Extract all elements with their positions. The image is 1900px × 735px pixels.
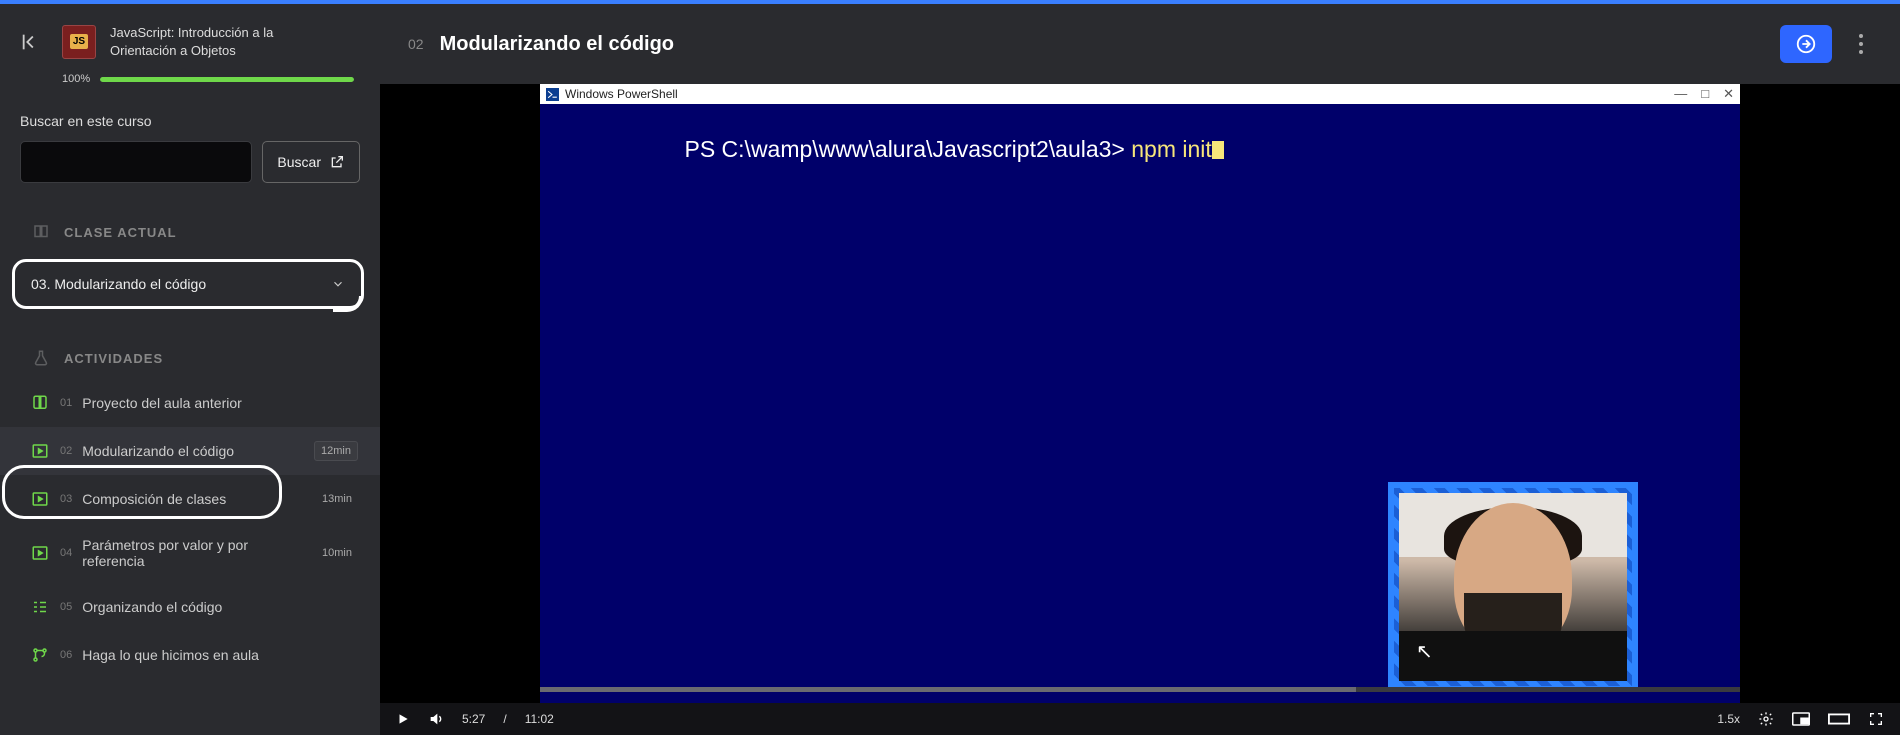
volume-icon — [428, 711, 444, 727]
video-icon — [30, 543, 50, 563]
activity-number: 02 — [60, 445, 72, 457]
video-frame[interactable]: Windows PowerShell — □ ✕ PS C:\wamp\www\… — [540, 84, 1740, 724]
maximize-icon: □ — [1701, 86, 1709, 102]
back-button[interactable] — [14, 25, 48, 59]
activity-label: Parámetros por valor y por referencia — [82, 537, 262, 569]
total-time: 11:02 — [525, 712, 554, 726]
settings-button[interactable] — [1758, 711, 1774, 727]
activity-item[interactable]: 05 Organizando el código — [0, 583, 380, 631]
activity-item[interactable]: 02 Modularizando el código 12min — [0, 427, 380, 475]
activity-label: Haga lo que hicimos en aula — [82, 647, 259, 663]
activity-number: 01 — [60, 397, 72, 409]
theater-button[interactable] — [1828, 713, 1850, 725]
activity-label: Organizando el código — [82, 599, 222, 615]
activity-item[interactable]: 01 Proyecto del aula anterior — [0, 379, 380, 427]
activities-list: 01 Proyecto del aula anterior 02 Modulariza… — [0, 379, 380, 679]
search-label: Buscar en este curso — [20, 113, 360, 129]
activity-number: 05 — [60, 601, 72, 613]
activity-label: Proyecto del aula anterior — [82, 395, 242, 411]
current-class-selector[interactable]: 03. Modularizando el código — [12, 259, 364, 309]
volume-button[interactable] — [428, 711, 444, 727]
minimize-icon: — — [1674, 86, 1687, 102]
activity-number: 03 — [60, 493, 72, 505]
more-menu-button[interactable] — [1850, 29, 1872, 59]
gear-icon — [1758, 711, 1774, 727]
powershell-titlebar: Windows PowerShell — □ ✕ — [540, 84, 1740, 104]
play-icon — [396, 712, 410, 726]
activity-label: Modularizando el código — [82, 443, 234, 459]
activity-duration: 10min — [316, 544, 358, 562]
chevron-down-icon — [331, 277, 345, 291]
lesson-number: 02 — [408, 36, 424, 52]
book-icon — [32, 223, 50, 241]
activity-item[interactable]: 06 Haga lo que hicimos en aula — [0, 631, 380, 679]
powershell-icon — [546, 88, 559, 101]
activity-duration: 12min — [314, 441, 358, 461]
current-class-label: 03. Modularizando el código — [31, 276, 206, 292]
activity-number: 04 — [60, 547, 72, 559]
branch-icon — [30, 645, 50, 665]
external-link-icon — [329, 154, 345, 170]
flask-icon — [32, 349, 50, 367]
video-progress-bar[interactable] — [540, 687, 1740, 692]
progress-percent: 100% — [62, 73, 90, 85]
video-area: Windows PowerShell — □ ✕ PS C:\wamp\www\… — [380, 84, 1900, 735]
activity-label: Composición de clases — [82, 491, 226, 507]
course-title: JavaScript: Introducción a la Orientació… — [110, 24, 340, 59]
fullscreen-button[interactable] — [1868, 711, 1884, 727]
course-logo — [62, 25, 96, 59]
video-controls: 5:27 / 11:02 1.5x — [380, 703, 1900, 735]
course-progress: 100% — [0, 69, 380, 95]
lesson-title: Modularizando el código — [440, 33, 674, 56]
fullscreen-icon — [1868, 711, 1884, 727]
presenter-pip — [1388, 482, 1638, 692]
sidebar: JavaScript: Introducción a la Orientació… — [0, 4, 380, 735]
terminal-line: PS C:\wamp\www\alura\Javascript2\aula3> … — [546, 110, 1224, 189]
section-activities: ACTIVIDADES — [0, 319, 380, 379]
play-button[interactable] — [396, 712, 410, 726]
current-time: 5:27 — [462, 712, 485, 726]
lesson-header: 02 Modularizando el código — [380, 4, 1900, 84]
pip-icon — [1792, 712, 1810, 726]
arrow-right-circle-icon — [1795, 33, 1817, 55]
book-icon — [30, 393, 50, 413]
activity-item[interactable]: 03 Composición de clases 13min — [0, 475, 380, 523]
search-button-label: Buscar — [277, 154, 321, 170]
video-icon — [30, 489, 50, 509]
main-area: 02 Modularizando el código Windows Power… — [380, 4, 1900, 735]
section-current-class: CLASE ACTUAL — [0, 193, 380, 253]
list-icon — [30, 597, 50, 617]
video-icon — [30, 441, 50, 461]
next-lesson-button[interactable] — [1780, 25, 1832, 63]
time-separator: / — [503, 712, 506, 726]
activity-number: 06 — [60, 649, 72, 661]
activity-duration: 13min — [316, 490, 358, 508]
search-input[interactable] — [20, 141, 252, 183]
close-icon: ✕ — [1723, 86, 1734, 102]
search-button[interactable]: Buscar — [262, 141, 360, 183]
activity-item[interactable]: 04 Parámetros por valor y por referencia 1… — [0, 523, 380, 583]
playback-speed[interactable]: 1.5x — [1717, 712, 1740, 726]
theater-icon — [1828, 713, 1850, 725]
pip-button[interactable] — [1792, 712, 1810, 726]
